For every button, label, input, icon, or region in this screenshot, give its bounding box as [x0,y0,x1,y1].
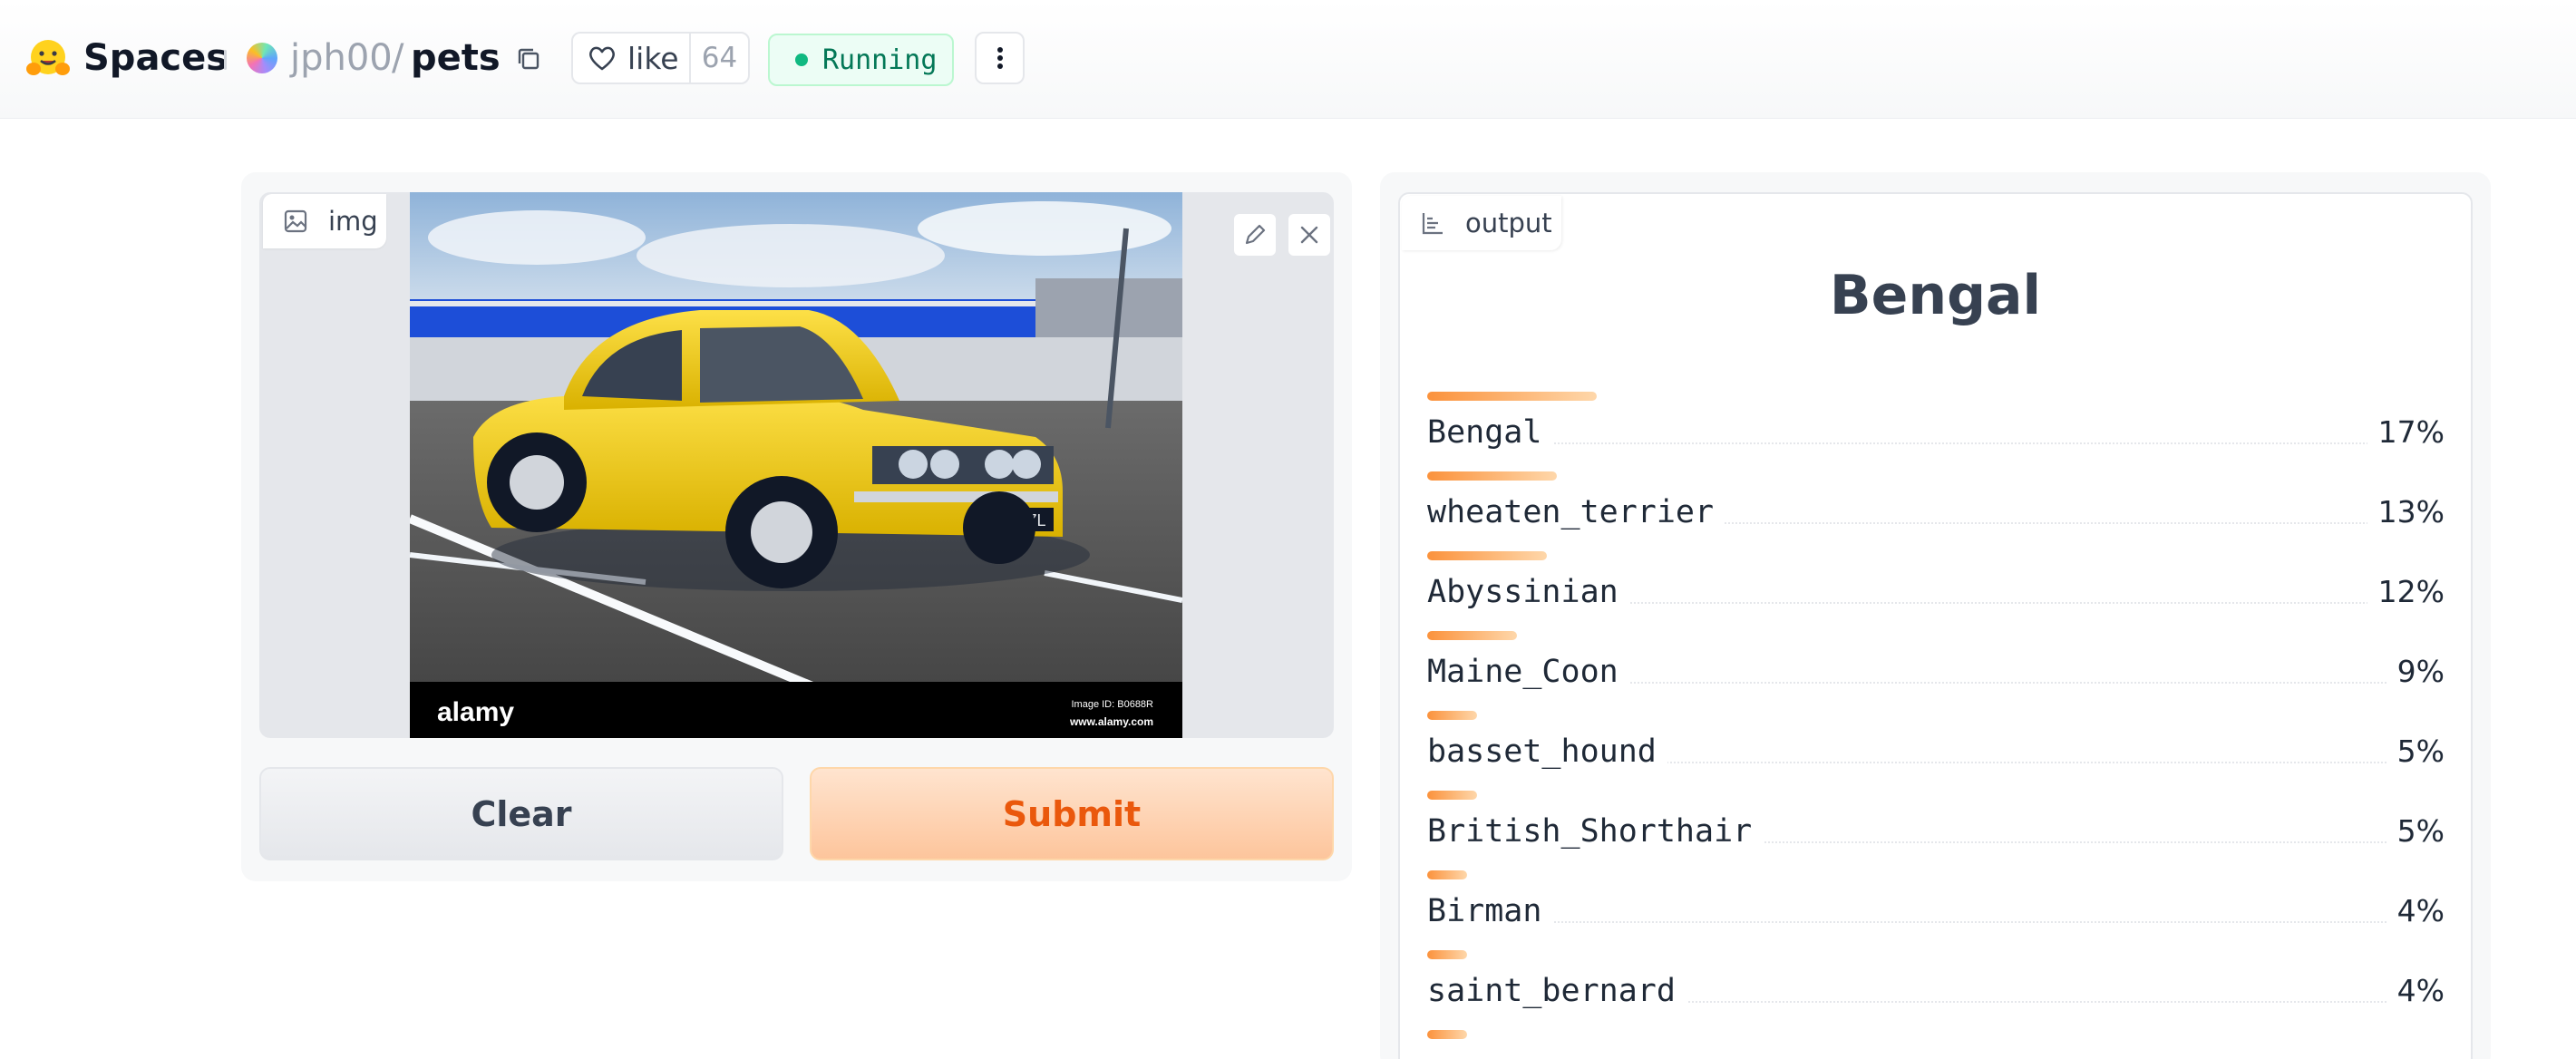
confidence-bar [1427,551,1547,560]
confidence-percent: 5% [2386,811,2445,852]
confidence-row[interactable]: wheaten_terrier 13% [1427,471,2445,551]
confidence-label: Bengal [1427,412,1553,453]
confidence-percent: 5% [2386,731,2445,772]
confidence-row[interactable]: Bengal 17% [1427,392,2445,471]
edit-image-button[interactable] [1232,212,1278,257]
image-label-text: img [328,206,378,237]
confidence-bar [1427,631,1517,640]
confidence-bar [1427,791,1477,800]
header-divider [224,50,227,70]
heart-icon [589,46,615,71]
confidence-percent: 13% [2367,491,2445,533]
clear-button[interactable]: Clear [259,767,783,860]
spaces-link[interactable]: Spaces [83,34,228,82]
bar-chart-icon [1422,213,1443,235]
output-panel: output Bengal Bengal 17% wheaten_terrier 13… [1380,172,2491,1059]
watermark-site: www.alamy.com [1069,715,1153,728]
owner-link[interactable]: jph00 [290,34,393,82]
output-label: output [1402,196,1561,250]
confidence-bar [1427,1030,1467,1039]
confidence-percent: 4% [2386,890,2445,932]
confidence-row[interactable]: basset_hound 5% [1427,711,2445,791]
hugging-face-logo-icon[interactable] [25,38,71,80]
image-icon [284,209,307,233]
predicted-label: Bengal [1829,264,2042,327]
vertical-dots-icon [996,47,1003,69]
owner-avatar[interactable] [247,43,277,73]
output-label-text: output [1465,208,1552,238]
confidence-row[interactable]: Birman 4% [1427,870,2445,950]
confidence-label: Maine_Coon [1427,651,1629,693]
confidence-bar [1427,870,1467,879]
confidence-percent: 9% [2386,651,2445,693]
confidence-label: Abyssinian [1427,571,1629,613]
confidence-label: wheaten_terrier [1427,491,1725,533]
confidence-percent: 4% [2386,970,2445,1012]
confidence-label: basset_hound [1427,731,1667,772]
confidence-bar [1427,471,1557,481]
watermark-brand: alamy [437,697,514,727]
pencil-icon [1245,224,1266,245]
path-separator: / [392,37,404,79]
more-options-button[interactable] [975,32,1025,84]
confidence-label: saint_bernard [1427,970,1687,1012]
remove-image-button[interactable] [1287,212,1332,257]
confidence-leader-line [1427,442,2445,444]
confidence-row[interactable]: British_Shorthair 5% [1427,791,2445,870]
confidence-row[interactable]: Maine_Coon 9% [1427,631,2445,711]
like-label: like [627,40,679,76]
repo-name-link[interactable]: pets [411,34,501,82]
watermark-image-id: Image ID: B0688R [1072,699,1154,710]
confidence-bar [1427,392,1597,401]
confidence-row[interactable]: saint_bernard 4% [1427,950,2445,1030]
confidence-label: Birman [1427,890,1553,932]
confidence-row[interactable] [1427,1030,2445,1059]
uploaded-photo: LDM 77L alamy Image ID: B0688R www.alamy… [410,192,1182,738]
confidence-bar [1427,711,1477,720]
confidence-label: British_Shorthair [1427,811,1764,852]
close-icon [1300,226,1318,244]
confidence-percent: 12% [2367,571,2445,613]
image-input-label: img [263,194,386,248]
confidence-bar [1427,950,1467,959]
status-dot-icon [795,53,808,66]
confidence-percent: 17% [2367,412,2445,453]
like-button[interactable]: like 64 [571,32,750,84]
image-input[interactable]: LDM 77L alamy Image ID: B0688R www.alamy… [259,192,1334,738]
confidence-leader-line [1427,921,2445,923]
status-badge[interactable]: Running [768,34,954,86]
submit-button[interactable]: Submit [810,767,1334,860]
like-count[interactable]: 64 [691,34,748,83]
status-text: Running [822,44,938,76]
label-output: output Bengal Bengal 17% wheaten_terrier 13… [1398,192,2473,1059]
copy-icon[interactable] [515,45,542,73]
top-header: Spaces jph00 / pets like 64 Running [0,0,2576,119]
input-panel: LDM 77L alamy Image ID: B0688R www.alamy… [241,172,1352,881]
like-toggle[interactable]: like [573,34,691,83]
confidence-row[interactable]: Abyssinian 12% [1427,551,2445,631]
